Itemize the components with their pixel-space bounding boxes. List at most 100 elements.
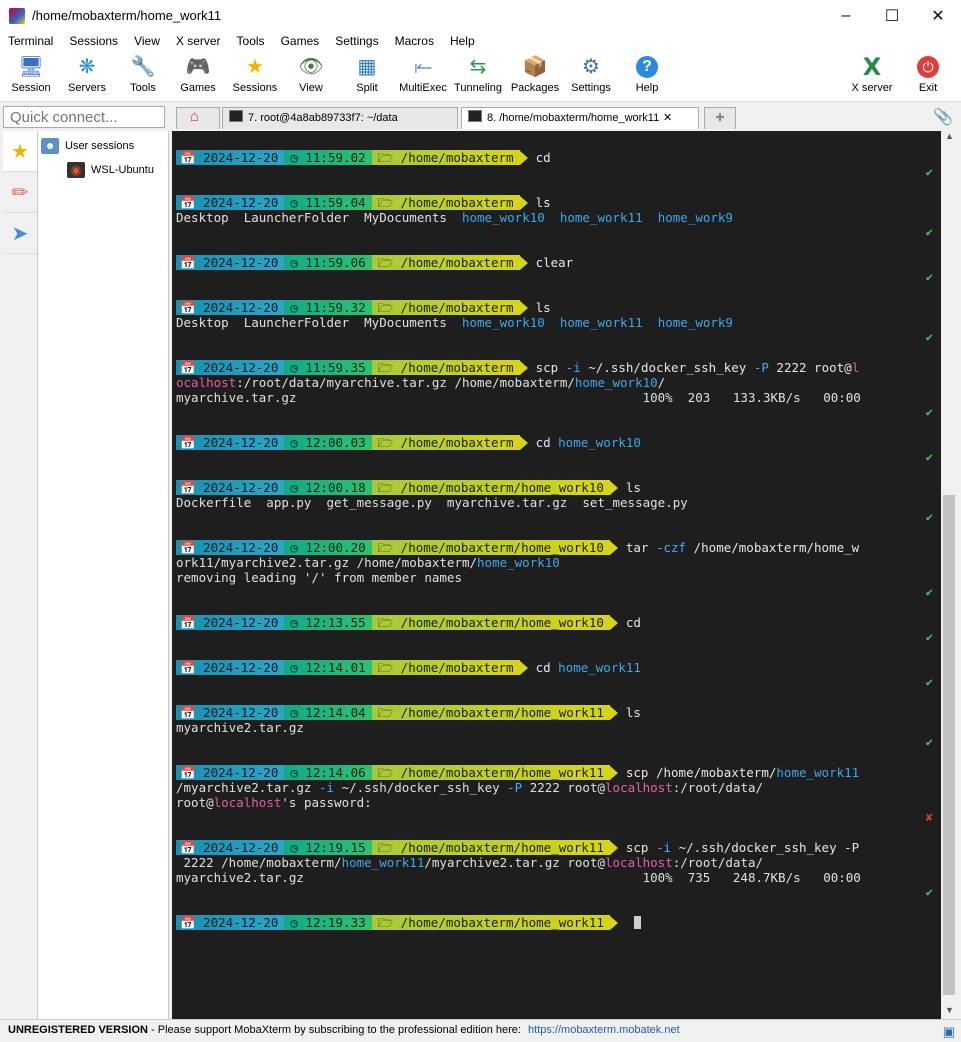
prompt-date: 📅 2024-12-20 — [176, 840, 285, 855]
prompt-directory: 🗁 /home/mobaxterm — [371, 300, 520, 315]
prompt-date: 📅 2024-12-20 — [176, 765, 285, 780]
menu-x-server[interactable]: X server — [168, 34, 229, 48]
command-output-line: myarchive.tar.gz 100% 203 133.3KB/s 00:0… — [176, 390, 861, 405]
version-label: UNREGISTERED VERSION — [8, 1024, 148, 1036]
tunneling-button[interactable]: ⇆ Tunneling — [450, 51, 506, 101]
command-output-line: /myarchive2.tar.gz -i ~/.ssh/docker_ssh_… — [176, 780, 764, 795]
view-button[interactable]: 👁 View — [283, 51, 339, 101]
terminal-entry: 📅 2024-12-20 ◷ 12:00.03 🗁 /home/mobaxterm c… — [176, 435, 937, 464]
scroll-up-icon[interactable]: ▲ — [941, 131, 958, 145]
success-check-icon: ✔ — [925, 510, 933, 524]
prompt-arrow-icon — [519, 195, 528, 210]
command-output-line: Dockerfile app.py get_message.py myarchi… — [176, 495, 688, 510]
terminal-cursor — [633, 916, 641, 929]
shell-prompt: 📅 2024-12-20 ◷ 12:19.15 🗁 /home/mobaxterm/… — [176, 840, 937, 855]
prompt-directory: 🗁 /home/mobaxterm/home_work11 — [371, 915, 610, 930]
prompt-arrow-icon — [609, 615, 618, 630]
menu-settings[interactable]: Settings — [327, 34, 386, 48]
success-check-icon: ✔ — [925, 585, 933, 599]
command-output-line: 2222 /home/mobaxterm/home_work11/myarchi… — [176, 855, 764, 870]
menu-view[interactable]: View — [126, 34, 168, 48]
home-tab[interactable]: ⌂ — [176, 107, 220, 129]
sidebar-strip: ★ ✏ ➤ — [3, 131, 38, 1019]
toolbar-label: Tools — [130, 82, 156, 94]
prompt-arrow-icon — [519, 150, 528, 165]
prompt-date: 📅 2024-12-20 — [176, 360, 285, 375]
session-item-wsl-ubuntu[interactable]: ◉ WSL-Ubuntu — [67, 162, 154, 178]
terminal-entry: 📅 2024-12-20 ◷ 12:19.33 🗁 /home/mobaxterm/… — [176, 915, 937, 930]
toolbar-label: Packages — [510, 82, 560, 94]
user-sessions-node[interactable]: ☻ User sessions — [41, 138, 134, 154]
games-icon: 🎮 — [185, 56, 211, 78]
home-icon: ⌂ — [190, 108, 200, 125]
tab-close-icon[interactable]: ✕ — [663, 112, 672, 124]
x-server-button[interactable]: XX server — [844, 51, 900, 101]
sessions-star-icon[interactable]: ★ — [3, 131, 37, 172]
multiexec-button[interactable]: ⥒ MultiExec — [395, 51, 451, 101]
prompt-time: ◷ 11:59.02 — [284, 150, 372, 165]
website-link[interactable]: https://mobaxterm.mobatek.net — [528, 1024, 680, 1036]
shell-prompt: 📅 2024-12-20 ◷ 12:00.18 🗁 /home/mobaxterm/… — [176, 480, 937, 495]
multiexec-icon: ⥒ — [414, 56, 432, 78]
servers-button[interactable]: ❋ Servers — [59, 51, 115, 101]
prompt-time: ◷ 12:14.04 — [284, 705, 372, 720]
menu-sessions[interactable]: Sessions — [61, 34, 126, 48]
prompt-directory: 🗁 /home/mobaxterm/home_work10 — [371, 540, 610, 555]
paperclip-icon[interactable]: 📎 — [933, 107, 953, 127]
tab-session-7[interactable]: 7. root@4a8ab89733f7: ~/data — [222, 107, 458, 129]
prompt-date: 📅 2024-12-20 — [176, 435, 285, 450]
command-output-line: Desktop LauncherFolder MyDocuments home_… — [176, 315, 733, 330]
toolbar-label: MultiExec — [399, 82, 447, 94]
quick-connect-input[interactable] — [3, 106, 165, 128]
prompt-arrow-icon — [519, 360, 528, 375]
prompt-directory: 🗁 /home/mobaxterm — [371, 150, 520, 165]
maximize-button[interactable]: ☐ — [869, 0, 915, 31]
sessions-button[interactable]: ★ Sessions — [227, 51, 283, 101]
prompt-time: ◷ 12:00.03 — [284, 435, 372, 450]
shell-prompt: 📅 2024-12-20 ◷ 12:19.33 🗁 /home/mobaxterm/… — [176, 915, 937, 930]
menu-tools[interactable]: Tools — [229, 34, 273, 48]
settings-icon: ⚙ — [582, 56, 600, 78]
prompt-arrow-icon — [609, 705, 618, 720]
command-output-line: myarchive2.tar.gz 100% 735 248.7KB/s 00:… — [176, 870, 861, 885]
command-text: scp -i ~/.ssh/docker_ssh_key -P — [625, 840, 860, 855]
packages-button[interactable]: 📦 Packages — [507, 51, 563, 101]
menu-help[interactable]: Help — [442, 34, 483, 48]
prompt-time: ◷ 12:00.18 — [284, 480, 372, 495]
prompt-directory: 🗁 /home/mobaxterm/home_work10 — [371, 480, 610, 495]
sessions-panel: ☻ User sessions ◉ WSL-Ubuntu — [38, 131, 169, 1019]
exit-button[interactable]: ⏻ Exit — [900, 51, 956, 101]
prompt-date: 📅 2024-12-20 — [176, 195, 285, 210]
new-tab-button[interactable]: ✚ — [704, 107, 736, 129]
menu-games[interactable]: Games — [273, 34, 328, 48]
send-icon[interactable]: ➤ — [3, 213, 37, 254]
tab-session-8[interactable]: 8. /home/mobaxterm/home_work11 ✕ — [461, 107, 699, 129]
command-text: scp /home/mobaxterm/home_work11 — [625, 765, 860, 780]
menu-macros[interactable]: Macros — [387, 34, 442, 48]
terminal-scrollbar[interactable]: ▲ ▼ — [941, 131, 958, 1019]
toolbar-label: Exit — [918, 82, 938, 94]
help-button[interactable]: ? Help — [619, 51, 675, 101]
menu-terminal[interactable]: Terminal — [0, 34, 61, 48]
tools-button[interactable]: 🔧 Tools — [115, 51, 171, 101]
prompt-time: ◷ 11:59.35 — [284, 360, 372, 375]
tools-icon: 🔧 — [130, 56, 156, 78]
tools-icon[interactable]: ✏ — [3, 172, 37, 213]
shell-prompt: 📅 2024-12-20 ◷ 12:13.55 🗁 /home/mobaxterm/… — [176, 615, 937, 630]
terminal-pane[interactable]: 📅 2024-12-20 ◷ 11:59.02 🗁 /home/mobaxterm c… — [172, 131, 941, 1019]
success-check-icon: ✔ — [925, 675, 933, 689]
terminal-entry: 📅 2024-12-20 ◷ 11:59.06 🗁 /home/mobaxterm c… — [176, 255, 937, 284]
session-button[interactable]: 🖥 Session — [3, 51, 59, 101]
command-output-line: ocalhost:/root/data/myarchive.tar.gz /ho… — [176, 375, 666, 390]
minimize-button[interactable]: – — [823, 0, 869, 31]
settings-button[interactable]: ⚙ Settings — [563, 51, 619, 101]
games-button[interactable]: 🎮 Games — [170, 51, 226, 101]
scroll-down-icon[interactable]: ▼ — [941, 1005, 958, 1019]
close-button[interactable]: ✕ — [915, 0, 961, 31]
split-button[interactable]: ▦ Split — [339, 51, 395, 101]
status-message: - Please support MobaXterm by subscribin… — [147, 1024, 521, 1036]
scroll-thumb[interactable] — [943, 495, 955, 995]
toolbar-label: Servers — [68, 82, 106, 94]
mobaxterm-app-icon — [9, 7, 25, 24]
command-output-line: root@localhost's password: — [176, 795, 372, 810]
